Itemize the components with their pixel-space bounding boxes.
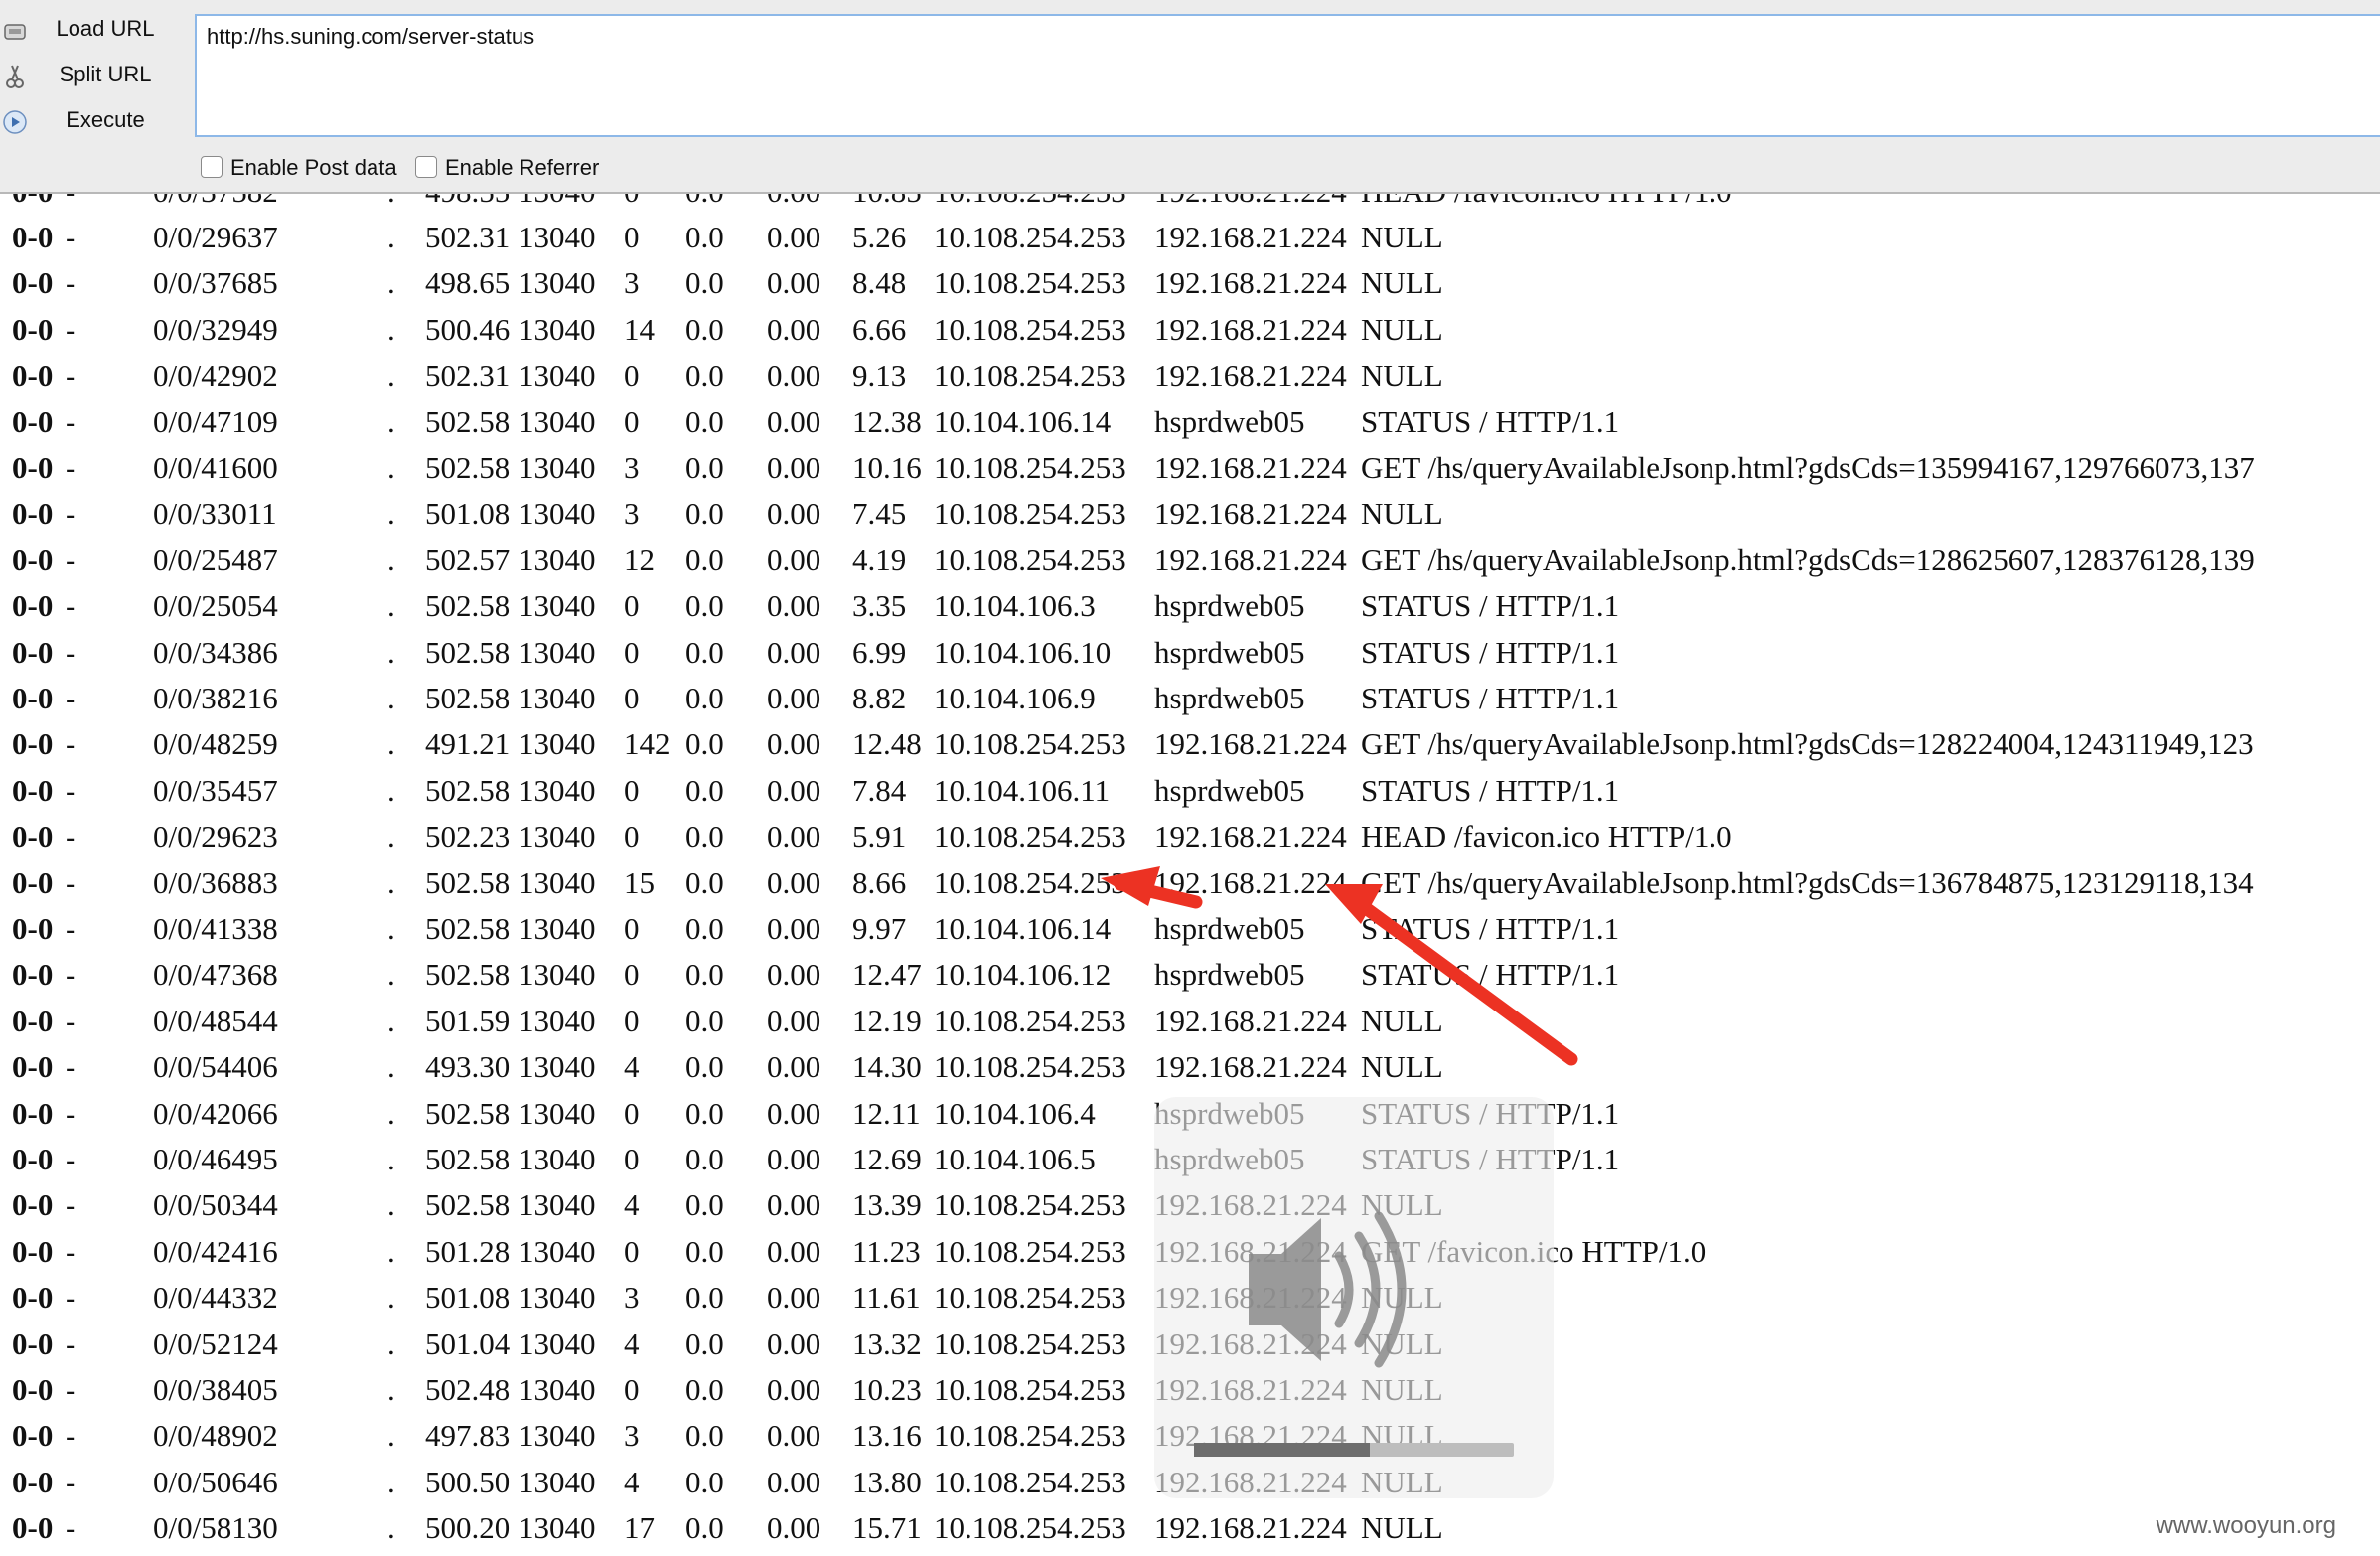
red-arrow-right: [1325, 884, 1578, 1066]
url-input[interactable]: http://hs.suning.com/server-status: [195, 14, 2380, 137]
watermark-text: www.wooyun.org: [2156, 1512, 2336, 1539]
execute-button[interactable]: Execute: [0, 101, 189, 145]
scissors-icon: [6, 65, 24, 88]
enable-referrer-label: Enable Referrer: [445, 155, 600, 180]
split-url-label: Split URL: [59, 62, 152, 86]
enable-referrer-option[interactable]: Enable Referrer: [415, 155, 599, 183]
play-icon: [3, 110, 27, 134]
load-url-icon: [4, 24, 26, 40]
enable-post-data-label: Enable Post data: [230, 155, 397, 180]
load-url-button[interactable]: Load URL: [0, 10, 189, 54]
load-url-label: Load URL: [56, 16, 155, 41]
hackbar-toolbar: Load URL Split URL Execute http://hs.sun…: [0, 0, 2380, 194]
split-url-button[interactable]: Split URL: [0, 56, 189, 99]
enable-referrer-checkbox[interactable]: [415, 156, 437, 178]
enable-post-data-option[interactable]: Enable Post data: [201, 155, 397, 183]
url-text: http://hs.suning.com/server-status: [207, 24, 535, 49]
execute-label: Execute: [66, 107, 145, 132]
enable-post-data-checkbox[interactable]: [201, 156, 223, 178]
annotation-arrows: [1101, 866, 1578, 1066]
red-arrow-left: [1101, 866, 1203, 909]
